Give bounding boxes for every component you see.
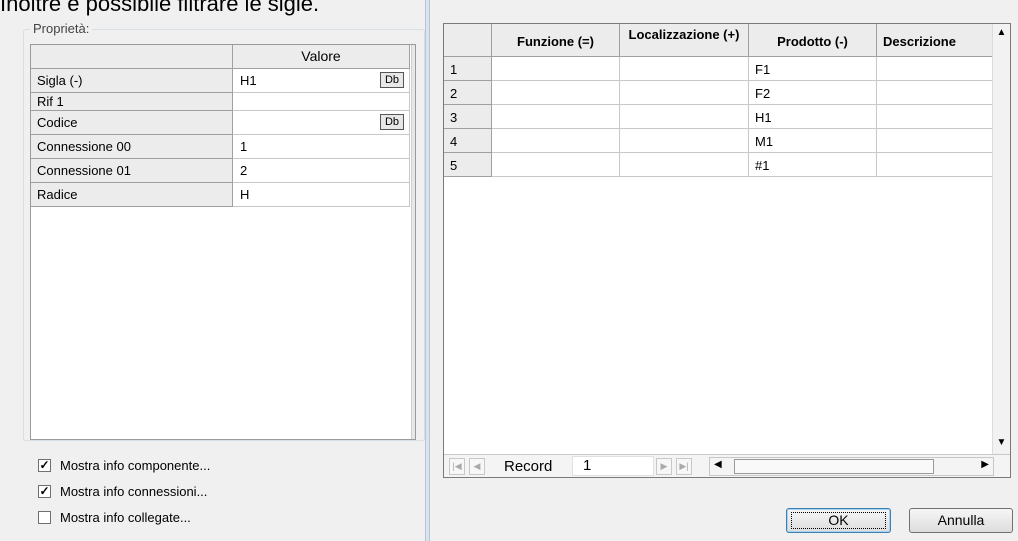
ok-button[interactable]: OK: [786, 508, 891, 533]
property-value[interactable]: 2: [233, 159, 410, 183]
properties-legend: Proprietà:: [30, 21, 93, 36]
column-header-localizzazione[interactable]: Localizzazione (+): [620, 24, 749, 57]
table-row[interactable]: 5 #1: [444, 153, 994, 177]
cell-descrizione[interactable]: [877, 129, 994, 153]
property-value[interactable]: 1: [233, 135, 410, 159]
cell-prodotto[interactable]: M1: [749, 129, 877, 153]
cell-funzione[interactable]: [492, 153, 620, 177]
property-name: Radice: [31, 183, 233, 207]
grid-corner-header: [444, 24, 492, 57]
cell-funzione[interactable]: [492, 57, 620, 81]
cell-prodotto[interactable]: F1: [749, 57, 877, 81]
cell-descrizione[interactable]: [877, 105, 994, 129]
record-label: Record: [504, 458, 553, 475]
property-value[interactable]: [233, 93, 410, 111]
property-name: Codice: [31, 111, 233, 135]
db-button[interactable]: Db: [380, 72, 404, 88]
property-value[interactable]: H: [233, 183, 410, 207]
properties-header-name: [31, 45, 233, 69]
grid-vertical-scrollbar[interactable]: ▲ ▼: [992, 24, 1010, 454]
caption-text: Inoltre è possibile filtrare le sigle.: [0, 0, 320, 16]
cell-localizzazione[interactable]: [620, 57, 749, 81]
property-row-connessione-00[interactable]: Connessione 00 1: [31, 135, 410, 159]
properties-grid: Valore Sigla (-) H1 Db Rif 1 Codice Db C…: [30, 44, 416, 440]
property-value[interactable]: H1 Db: [233, 69, 410, 93]
scroll-left-icon[interactable]: ◀: [714, 459, 722, 470]
cell-funzione[interactable]: [492, 129, 620, 153]
column-header-prodotto[interactable]: Prodotto (-): [749, 24, 877, 57]
last-record-icon[interactable]: ▶|: [676, 458, 692, 475]
checkbox-box[interactable]: [38, 511, 51, 524]
table-row[interactable]: 4 M1: [444, 129, 994, 153]
grid-horizontal-scrollbar[interactable]: ◀ ▶: [709, 457, 994, 476]
db-button[interactable]: Db: [380, 114, 404, 130]
properties-header-value: Valore: [233, 45, 410, 69]
checkbox-mostra-info-componente[interactable]: ✓ Mostra info componente...: [38, 458, 210, 473]
records-grid: Funzione (=) Localizzazione (+) Prodotto…: [443, 23, 1011, 478]
row-number[interactable]: 2: [444, 81, 492, 105]
checkbox-label: Mostra info collegate...: [60, 510, 191, 525]
checkbox-label: Mostra info connessioni...: [60, 484, 208, 499]
grid-header-row: Funzione (=) Localizzazione (+) Prodotto…: [444, 24, 994, 57]
next-record-icon[interactable]: ▶: [656, 458, 672, 475]
record-number-input[interactable]: 1: [572, 456, 654, 476]
checkbox-box[interactable]: ✓: [38, 459, 51, 472]
checkbox-box[interactable]: ✓: [38, 485, 51, 498]
cell-prodotto[interactable]: F2: [749, 81, 877, 105]
first-record-icon[interactable]: |◀: [449, 458, 465, 475]
properties-header-row: Valore: [31, 45, 410, 69]
scroll-up-icon[interactable]: ▲: [993, 24, 1010, 41]
property-row-codice[interactable]: Codice Db: [31, 111, 410, 135]
property-value-text: H1: [240, 73, 257, 88]
checkbox-mostra-info-connessioni[interactable]: ✓ Mostra info connessioni...: [38, 484, 207, 499]
property-name: Connessione 00: [31, 135, 233, 159]
checkbox-label: Mostra info componente...: [60, 458, 211, 473]
row-number[interactable]: 1: [444, 57, 492, 81]
property-row-radice[interactable]: Radice H: [31, 183, 410, 207]
table-row[interactable]: 2 F2: [444, 81, 994, 105]
cell-descrizione[interactable]: [877, 57, 994, 81]
previous-record-icon[interactable]: ◀: [469, 458, 485, 475]
cell-localizzazione[interactable]: [620, 105, 749, 129]
column-header-descrizione[interactable]: Descrizione: [877, 24, 994, 57]
panel-splitter[interactable]: [425, 0, 430, 541]
cell-prodotto[interactable]: H1: [749, 105, 877, 129]
property-name: Rif 1: [31, 93, 233, 111]
cell-descrizione[interactable]: [877, 153, 994, 177]
cell-localizzazione[interactable]: [620, 81, 749, 105]
cell-descrizione[interactable]: [877, 81, 994, 105]
checkbox-mostra-info-collegate[interactable]: Mostra info collegate...: [38, 510, 191, 525]
property-name: Connessione 01: [31, 159, 233, 183]
cell-funzione[interactable]: [492, 81, 620, 105]
row-number[interactable]: 5: [444, 153, 492, 177]
scroll-right-icon[interactable]: ▶: [981, 459, 989, 470]
property-row-sigla[interactable]: Sigla (-) H1 Db: [31, 69, 410, 93]
cell-localizzazione[interactable]: [620, 153, 749, 177]
property-row-connessione-01[interactable]: Connessione 01 2: [31, 159, 410, 183]
table-row[interactable]: 1 F1: [444, 57, 994, 81]
property-row-rif1[interactable]: Rif 1: [31, 93, 410, 111]
focus-rectangle: [791, 512, 886, 529]
cancel-button[interactable]: Annulla: [909, 508, 1013, 533]
row-number[interactable]: 3: [444, 105, 492, 129]
property-name: Sigla (-): [31, 69, 233, 93]
table-row[interactable]: 3 H1: [444, 105, 994, 129]
cell-localizzazione[interactable]: [620, 129, 749, 153]
properties-scroll-edge: [411, 45, 415, 439]
cell-funzione[interactable]: [492, 105, 620, 129]
scroll-down-icon[interactable]: ▼: [993, 434, 1010, 451]
column-header-funzione[interactable]: Funzione (=): [492, 24, 620, 57]
record-navigator: |◀ ◀ Record 1 ▶ ▶| ◀ ▶: [444, 454, 1010, 477]
row-number[interactable]: 4: [444, 129, 492, 153]
horizontal-scroll-thumb[interactable]: [734, 459, 934, 474]
property-value[interactable]: Db: [233, 111, 410, 135]
cell-prodotto[interactable]: #1: [749, 153, 877, 177]
